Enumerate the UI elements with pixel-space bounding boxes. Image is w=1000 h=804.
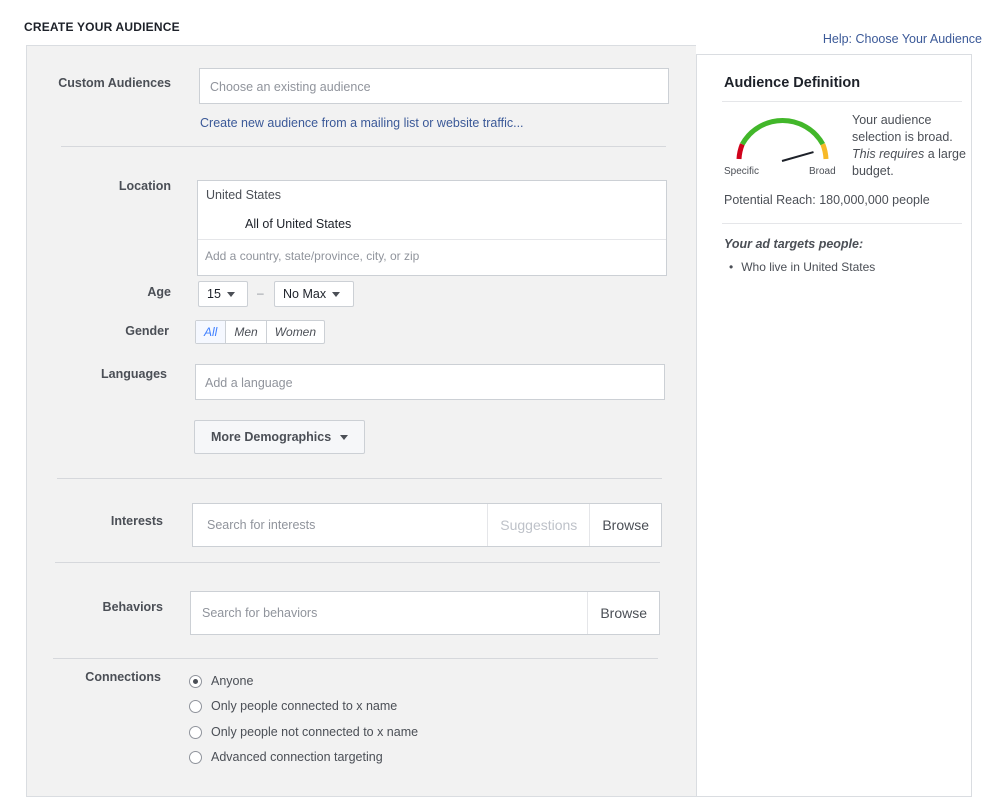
gender-option-men[interactable]: Men bbox=[226, 321, 267, 343]
custom-audiences-placeholder: Choose an existing audience bbox=[210, 80, 371, 94]
gender-toggle: All Men Women bbox=[195, 320, 326, 344]
section-divider bbox=[55, 562, 660, 563]
interests-browse-button[interactable]: Browse bbox=[589, 504, 661, 546]
connection-option-label: Anyone bbox=[211, 674, 254, 688]
custom-audiences-input[interactable]: Choose an existing audience bbox=[199, 68, 669, 104]
audience-definition-panel: Audience Definition Specific Broad Your … bbox=[696, 54, 972, 797]
gauge-broad-segment bbox=[820, 143, 829, 160]
targets-title: Your ad targets people: bbox=[724, 237, 864, 251]
chevron-down-icon bbox=[332, 291, 341, 297]
age-min-select[interactable]: 15 bbox=[198, 281, 248, 307]
gauge-needle bbox=[781, 151, 814, 162]
radio-icon[interactable] bbox=[189, 699, 202, 713]
radio-icon[interactable] bbox=[189, 750, 202, 764]
location-box[interactable]: United States All of United States Add a… bbox=[197, 180, 667, 276]
connection-option-advanced[interactable]: Advanced connection targeting bbox=[189, 750, 383, 764]
section-divider bbox=[57, 478, 662, 479]
interests-placeholder: Search for interests bbox=[207, 518, 316, 532]
connection-option-label: Advanced connection targeting bbox=[211, 750, 383, 764]
connection-option-not-connected[interactable]: Only people not connected to x name bbox=[189, 725, 418, 739]
age-min-value: 15 bbox=[207, 287, 221, 301]
behaviors-label: Behaviors bbox=[102, 600, 163, 614]
connection-option-connected[interactable]: Only people connected to x name bbox=[189, 699, 397, 713]
chevron-down-icon bbox=[340, 434, 349, 440]
gauge-desc-line1: Your audience selection is broad. bbox=[852, 113, 953, 144]
location-country: United States bbox=[206, 188, 282, 202]
age-max-value: No Max bbox=[283, 287, 327, 301]
potential-reach: Potential Reach: 180,000,000 people bbox=[724, 193, 930, 207]
suggestions-button[interactable]: Suggestions bbox=[487, 504, 589, 546]
page-title: CREATE YOUR AUDIENCE bbox=[24, 20, 180, 34]
more-demographics-button[interactable]: More Demographics bbox=[194, 420, 366, 454]
connection-option-label: Only people connected to x name bbox=[211, 699, 398, 713]
age-label: Age bbox=[147, 285, 171, 299]
interests-search[interactable]: Search for interests Suggestions Browse bbox=[192, 503, 662, 547]
languages-placeholder: Add a language bbox=[205, 376, 293, 390]
gauge-mid-segment bbox=[740, 117, 825, 146]
location-label: Location bbox=[118, 179, 171, 193]
more-demographics-label: More Demographics bbox=[211, 430, 332, 444]
languages-label: Languages bbox=[101, 367, 167, 381]
gauge-specific-segment bbox=[736, 143, 745, 160]
gauge-specific-label: Specific bbox=[724, 166, 759, 177]
behaviors-search[interactable]: Search for behaviors Browse bbox=[190, 591, 660, 635]
age-max-select[interactable]: No Max bbox=[274, 281, 354, 307]
section-divider bbox=[61, 146, 666, 147]
gauge-description: Your audience selection is broad. This r… bbox=[852, 112, 967, 180]
languages-input[interactable]: Add a language bbox=[195, 364, 665, 400]
behaviors-browse-button[interactable]: Browse bbox=[587, 592, 659, 634]
audience-definition-title: Audience Definition bbox=[724, 75, 861, 91]
radio-selected-icon[interactable] bbox=[189, 674, 202, 688]
behaviors-placeholder: Search for behaviors bbox=[202, 606, 318, 620]
gauge-broad-label: Broad bbox=[809, 166, 836, 177]
create-audience-link[interactable]: Create new audience from a mailing list … bbox=[200, 116, 524, 130]
audience-form-panel: Custom Audiences Choose an existing audi… bbox=[26, 45, 696, 797]
gauge-desc-emphasis: This requires bbox=[852, 147, 925, 161]
gender-label: Gender bbox=[125, 324, 169, 338]
gender-option-all[interactable]: All bbox=[196, 321, 227, 343]
help-link[interactable]: Help: Choose Your Audience bbox=[823, 32, 982, 46]
location-inner-divider bbox=[198, 239, 666, 240]
location-search-placeholder[interactable]: Add a country, state/province, city, or … bbox=[205, 249, 419, 263]
connections-label: Connections bbox=[85, 670, 161, 684]
age-separator: – bbox=[257, 286, 264, 300]
audience-gauge: Specific Broad bbox=[724, 117, 836, 177]
section-divider bbox=[53, 658, 658, 659]
chevron-down-icon bbox=[226, 291, 235, 297]
radio-icon[interactable] bbox=[189, 725, 202, 739]
gender-option-women[interactable]: Women bbox=[267, 321, 324, 343]
interests-label: Interests bbox=[110, 514, 163, 528]
custom-audiences-label: Custom Audiences bbox=[58, 76, 171, 90]
side-divider bbox=[722, 101, 962, 102]
target-item: Who live in United States bbox=[729, 260, 875, 274]
side-divider bbox=[722, 223, 962, 224]
connection-option-label: Only people not connected to x name bbox=[211, 725, 419, 739]
connection-option-anyone[interactable]: Anyone bbox=[189, 674, 253, 688]
location-scope: All of United States bbox=[245, 217, 352, 231]
